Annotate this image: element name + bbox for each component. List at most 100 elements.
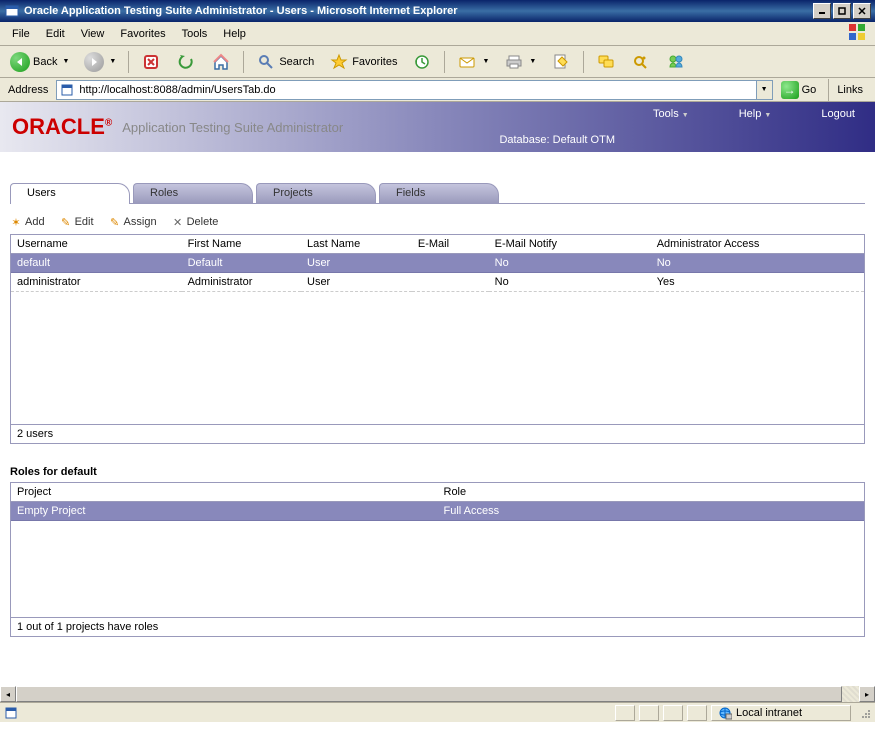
star-icon (329, 52, 349, 72)
maximize-button[interactable] (833, 3, 851, 19)
messenger-button[interactable] (660, 49, 692, 75)
address-dropdown[interactable]: ▼ (756, 81, 772, 99)
close-button[interactable] (853, 3, 871, 19)
tab-projects[interactable]: Projects (256, 183, 376, 204)
scroll-thumb[interactable] (16, 686, 842, 702)
menu-view[interactable]: View (73, 25, 113, 43)
chevron-down-icon: ▼ (62, 58, 69, 65)
col-username[interactable]: Username (11, 235, 182, 254)
status-page-icon (4, 706, 18, 720)
chevron-down-icon: ▼ (109, 58, 116, 65)
tab-users[interactable]: Users (10, 183, 130, 204)
roles-heading: Roles for default (10, 466, 865, 478)
refresh-button[interactable] (170, 49, 202, 75)
tab-fields[interactable]: Fields (379, 183, 499, 204)
col-lastname[interactable]: Last Name (301, 235, 412, 254)
back-button[interactable]: Back ▼ (4, 49, 75, 75)
toolbar: Back ▼ ▼ Search Favorites ▼ ▼ (0, 46, 875, 78)
go-button[interactable]: → Go (777, 81, 821, 99)
history-button[interactable] (406, 49, 438, 75)
col-email[interactable]: E-Mail (412, 235, 489, 254)
delete-action[interactable]: ✕ Delete (172, 216, 219, 228)
pencil-icon: ✎ (60, 216, 72, 228)
edit-action[interactable]: ✎ Edit (60, 216, 94, 228)
header-logout-link[interactable]: Logout (821, 108, 855, 120)
table-row[interactable]: default Default User No No (11, 254, 864, 273)
content-area: ORACLE® Application Testing Suite Admini… (0, 102, 875, 738)
users-table-footer: 2 users (11, 424, 864, 443)
forward-icon (84, 52, 104, 72)
window-title: Oracle Application Testing Suite Adminis… (24, 5, 813, 17)
scroll-track[interactable] (16, 686, 859, 702)
menu-file[interactable]: File (4, 25, 38, 43)
add-icon: ✶ (10, 216, 22, 228)
search-label: Search (279, 56, 314, 68)
tab-roles[interactable]: Roles (133, 183, 253, 204)
print-icon (504, 52, 524, 72)
col-project[interactable]: Project (11, 483, 438, 502)
stop-icon (141, 52, 161, 72)
minimize-button[interactable] (813, 3, 831, 19)
scroll-right-button[interactable]: ▸ (859, 686, 875, 702)
refresh-icon (176, 52, 196, 72)
discuss-icon (596, 52, 616, 72)
roles-table-footer: 1 out of 1 projects have roles (11, 617, 864, 636)
addressbar: Address ▼ → Go Links (0, 78, 875, 102)
resize-grip[interactable] (855, 707, 871, 719)
database-label: Database: Default OTM (499, 134, 615, 146)
roles-table-container: Project Role Empty Project Full Access (10, 482, 865, 637)
research-button[interactable] (625, 49, 657, 75)
edit-button[interactable] (545, 49, 577, 75)
favorites-label: Favorites (352, 56, 397, 68)
menu-favorites[interactable]: Favorites (112, 25, 173, 43)
home-button[interactable] (205, 49, 237, 75)
table-row[interactable]: administrator Administrator User No Yes (11, 273, 864, 292)
menubar: File Edit View Favorites Tools Help (0, 22, 875, 46)
chevron-down-icon: ▼ (529, 58, 536, 65)
header-help-link[interactable]: Help ▼ (739, 108, 772, 120)
address-input[interactable] (77, 81, 755, 99)
discuss-button[interactable] (590, 49, 622, 75)
links-button[interactable]: Links (828, 79, 871, 101)
users-table-body: default Default User No No administrator… (11, 254, 864, 424)
print-button[interactable]: ▼ (498, 49, 542, 75)
windows-flag-icon (847, 22, 871, 46)
col-adminaccess[interactable]: Administrator Access (651, 235, 864, 254)
forward-button[interactable]: ▼ (78, 49, 122, 75)
app-subtitle: Application Testing Suite Administrator (122, 120, 343, 135)
status-pane (639, 705, 659, 721)
chevron-down-icon: ▼ (482, 58, 489, 65)
table-header-row: Project Role (11, 483, 864, 502)
mail-button[interactable]: ▼ (451, 49, 495, 75)
intranet-icon (718, 706, 732, 720)
status-zone: Local intranet (711, 705, 851, 721)
roles-table: Project Role (11, 483, 864, 502)
users-table: Username First Name Last Name E-Mail E-M… (11, 235, 864, 254)
favorites-button[interactable]: Favorites (323, 49, 403, 75)
research-icon (631, 52, 651, 72)
window-titlebar: Oracle Application Testing Suite Adminis… (0, 0, 875, 22)
search-button[interactable]: Search (250, 49, 320, 75)
roles-table-body: Empty Project Full Access (11, 502, 864, 617)
oracle-header: ORACLE® Application Testing Suite Admini… (0, 102, 875, 152)
col-role[interactable]: Role (438, 483, 865, 502)
menu-tools[interactable]: Tools (174, 25, 216, 43)
header-tools-link[interactable]: Tools ▼ (653, 108, 689, 120)
col-emailnotify[interactable]: E-Mail Notify (489, 235, 651, 254)
status-pane (615, 705, 635, 721)
home-icon (211, 52, 231, 72)
stop-button[interactable] (135, 49, 167, 75)
col-firstname[interactable]: First Name (182, 235, 301, 254)
assign-action[interactable]: ✎ Assign (109, 216, 157, 228)
menu-edit[interactable]: Edit (38, 25, 73, 43)
status-pane (663, 705, 683, 721)
add-action[interactable]: ✶ Add (10, 216, 45, 228)
back-label: Back (33, 56, 57, 68)
scroll-left-button[interactable]: ◂ (0, 686, 16, 702)
table-row[interactable]: Empty Project Full Access (11, 502, 864, 521)
delete-icon: ✕ (172, 216, 184, 228)
horizontal-scrollbar[interactable]: ◂ ▸ (0, 686, 875, 702)
menu-help[interactable]: Help (215, 25, 254, 43)
separator (444, 51, 445, 73)
separator (243, 51, 244, 73)
